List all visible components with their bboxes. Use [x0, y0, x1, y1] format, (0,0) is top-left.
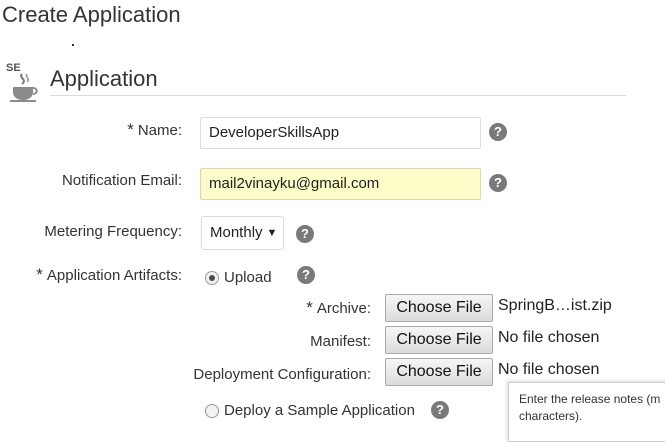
- manifest-choose-file-button[interactable]: Choose File: [385, 326, 493, 354]
- metering-frequency-value: Monthly: [210, 224, 263, 241]
- deploy-sample-radio-label[interactable]: Deploy a Sample Application: [224, 402, 415, 419]
- name-input[interactable]: DeveloperSkillsApp: [200, 117, 481, 149]
- archive-choose-file-button[interactable]: Choose File: [385, 294, 493, 322]
- required-mark: *: [36, 265, 43, 284]
- archive-label: * Archive:: [306, 298, 371, 318]
- tooltip-line-2: characters).: [519, 409, 583, 423]
- deploy-sample-help-icon[interactable]: ?: [431, 401, 449, 419]
- deployment-configuration-file-status: No file chosen: [498, 361, 600, 378]
- section-title: Application: [50, 66, 158, 91]
- upload-radio-label[interactable]: Upload: [224, 269, 272, 286]
- required-mark: *: [127, 120, 134, 139]
- chevron-down-icon: ▼: [266, 227, 278, 239]
- java-se-icon: SE: [4, 60, 42, 104]
- manifest-label: Manifest:: [310, 333, 371, 350]
- deployment-configuration-choose-file-button[interactable]: Choose File: [385, 358, 493, 386]
- name-label-text: Name:: [137, 122, 182, 139]
- notification-email-help-icon[interactable]: ?: [489, 174, 507, 192]
- notification-email-input[interactable]: mail2vinayku@gmail.com: [200, 168, 481, 200]
- metering-frequency-select[interactable]: Monthly ▼: [201, 216, 285, 250]
- application-artifacts-label-text: Application Artifacts:: [46, 267, 182, 284]
- name-label: * Name:: [127, 120, 182, 140]
- manifest-file-status: No file chosen: [498, 329, 600, 346]
- metering-frequency-help-icon[interactable]: ?: [296, 225, 314, 243]
- archive-file-status: SpringB…ist.zip: [498, 297, 612, 314]
- notification-email-label: Notification Email:: [61, 172, 182, 189]
- required-mark: *: [306, 298, 313, 317]
- name-help-icon[interactable]: ?: [489, 123, 507, 141]
- section-divider: [50, 95, 626, 96]
- release-notes-tooltip: Enter the release notes (m characters).: [508, 382, 665, 442]
- metering-frequency-label: Metering Frequency:: [44, 223, 182, 240]
- archive-label-text: Archive:: [316, 300, 371, 317]
- deployment-configuration-label: Deployment Configuration:: [193, 366, 371, 383]
- page-title: Create Application: [2, 2, 181, 27]
- application-artifacts-label: * Application Artifacts:: [36, 265, 182, 285]
- stray-dot: [72, 44, 74, 46]
- deploy-sample-radio[interactable]: [205, 404, 219, 418]
- upload-radio[interactable]: [205, 271, 219, 285]
- tooltip-line-1: Enter the release notes (m: [519, 392, 661, 406]
- java-se-icon-text: SE: [6, 62, 21, 74]
- artifacts-help-icon[interactable]: ?: [297, 266, 315, 284]
